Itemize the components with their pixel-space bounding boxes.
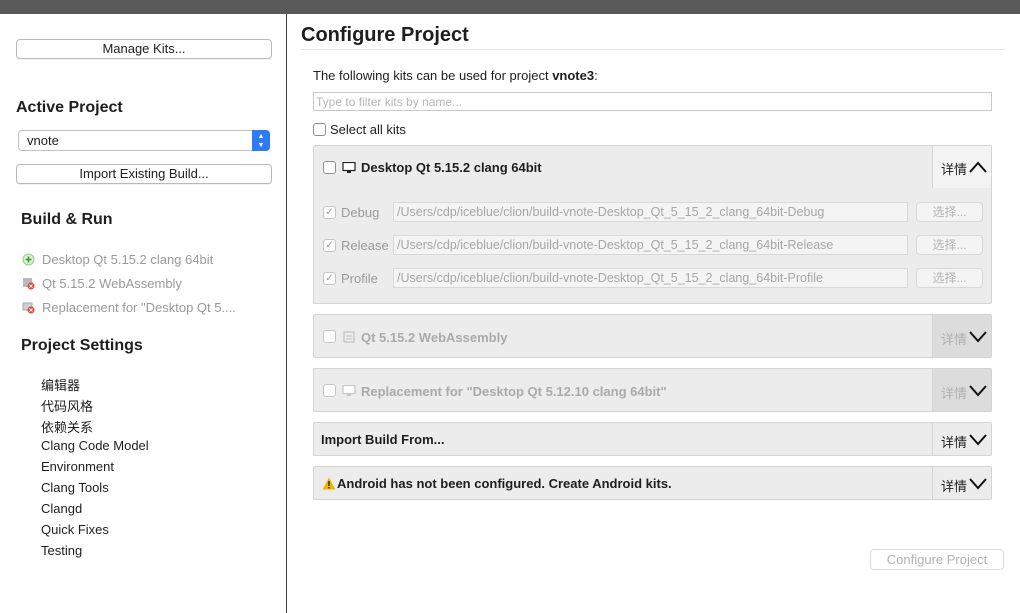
title-divider	[301, 49, 1005, 50]
settings-item-clang-code-model[interactable]: Clang Code Model	[41, 438, 149, 453]
kit-checkbox[interactable]	[323, 161, 336, 174]
kit-name: Desktop Qt 5.15.2 clang 64bit	[361, 160, 542, 175]
chevron-down-icon	[969, 434, 987, 446]
details-label: 详情	[941, 435, 968, 450]
settings-item-environment[interactable]: Environment	[41, 459, 114, 474]
desktop-icon	[342, 385, 356, 396]
choose-path-button[interactable]: 选择...	[916, 268, 983, 288]
settings-item-editor[interactable]: 编辑器	[41, 375, 80, 394]
build-config-label: Debug	[341, 205, 380, 220]
project-select-value: vnote	[27, 133, 59, 148]
kit-panel-webassembly: Qt 5.15.2 WebAssembly 详情	[313, 314, 992, 358]
kit-error-icon	[22, 302, 35, 314]
build-run-item-webassembly[interactable]: Qt 5.15.2 WebAssembly	[23, 276, 182, 291]
build-config-label: Profile	[341, 271, 378, 286]
select-all-kits[interactable]: Select all kits	[313, 121, 406, 137]
build-config-checkbox[interactable]: ✓	[323, 239, 336, 252]
kit-name: Qt 5.15.2 WebAssembly	[361, 330, 508, 345]
settings-item-clang-tools[interactable]: Clang Tools	[41, 480, 109, 495]
intro-project-name: vnote3	[552, 68, 595, 83]
build-config-debug: ✓ Debug /Users/cdp/iceblue/clion/build-v…	[323, 202, 983, 222]
project-settings-heading: Project Settings	[21, 337, 143, 354]
build-run-item-desktop[interactable]: Desktop Qt 5.15.2 clang 64bit	[22, 252, 214, 267]
configure-project-panel: Configure Project The following kits can…	[287, 14, 1020, 613]
intro-suffix: :	[594, 68, 598, 83]
kit-panel-desktop: Desktop Qt 5.15.2 clang 64bit 详情 ✓ Debug…	[313, 145, 992, 304]
kit-name: Replacement for "Desktop Qt 5.12.10 clan…	[361, 384, 667, 399]
settings-item-quick-fixes[interactable]: Quick Fixes	[41, 522, 109, 537]
kit-filter-input[interactable]: Type to filter kits by name...	[313, 92, 992, 111]
window-top-bar	[0, 0, 1020, 14]
details-label: 详情	[941, 479, 968, 494]
build-path-field[interactable]: /Users/cdp/iceblue/clion/build-vnote-Des…	[393, 235, 908, 255]
configure-project-button[interactable]: Configure Project	[870, 549, 1004, 570]
kit-details-toggle[interactable]: 详情	[932, 146, 991, 188]
kit-details-toggle[interactable]: 详情	[932, 315, 991, 357]
chevron-down-icon	[969, 478, 987, 490]
build-config-release: ✓ Release /Users/cdp/iceblue/clion/build…	[323, 235, 983, 255]
build-run-heading: Build & Run	[21, 211, 113, 228]
import-build-from-label: Import Build From...	[321, 432, 445, 447]
build-run-item-label: Replacement for "Desktop Qt 5....	[42, 300, 236, 315]
import-build-details-toggle[interactable]: 详情	[932, 423, 991, 455]
kit-details-toggle[interactable]: 详情	[932, 369, 991, 411]
kit-checkbox[interactable]	[323, 330, 336, 343]
webassembly-icon	[343, 331, 355, 343]
android-details-toggle[interactable]: 详情	[932, 467, 991, 499]
manage-kits-button[interactable]: Manage Kits...	[16, 39, 272, 59]
settings-item-code-style[interactable]: 代码风格	[41, 396, 93, 415]
android-warning-text: Android has not been configured. Create …	[337, 476, 672, 491]
desktop-icon	[342, 162, 356, 173]
kit-error-icon	[23, 278, 35, 290]
chevron-down-icon	[969, 385, 987, 397]
chevron-down-icon	[969, 331, 987, 343]
kit-checkbox[interactable]	[323, 384, 336, 397]
build-path-field[interactable]: /Users/cdp/iceblue/clion/build-vnote-Des…	[393, 268, 908, 288]
choose-path-button[interactable]: 选择...	[916, 202, 983, 222]
warning-icon	[322, 477, 336, 490]
kit-panel-replacement: Replacement for "Desktop Qt 5.12.10 clan…	[313, 368, 992, 412]
import-build-panel: Import Build From... 详情	[313, 422, 992, 456]
sidebar: Manage Kits... Active Project vnote ▲ ▼ I…	[0, 14, 287, 613]
details-label: 详情	[941, 332, 968, 347]
build-path-field[interactable]: /Users/cdp/iceblue/clion/build-vnote-Des…	[393, 202, 908, 222]
build-config-label: Release	[341, 238, 389, 253]
page-title: Configure Project	[301, 24, 469, 46]
chevron-up-icon	[969, 161, 987, 173]
intro-prefix: The following kits can be used for proje…	[313, 68, 553, 83]
kit-add-icon	[22, 253, 35, 266]
build-run-item-label: Desktop Qt 5.15.2 clang 64bit	[42, 252, 214, 267]
details-label: 详情	[941, 162, 968, 177]
kits-intro-text: The following kits can be used for proje…	[313, 68, 598, 83]
select-all-label: Select all kits	[330, 122, 406, 138]
project-select[interactable]: vnote ▲ ▼	[18, 130, 270, 151]
settings-item-clangd[interactable]: Clangd	[41, 501, 82, 516]
settings-item-dependencies[interactable]: 依赖关系	[41, 417, 93, 436]
settings-item-testing[interactable]: Testing	[41, 543, 82, 558]
android-warning-panel: Android has not been configured. Create …	[313, 466, 992, 500]
build-run-item-label: Qt 5.15.2 WebAssembly	[42, 276, 182, 291]
active-project-heading: Active Project	[16, 99, 123, 116]
build-run-item-replacement[interactable]: Replacement for "Desktop Qt 5....	[22, 300, 236, 315]
choose-path-button[interactable]: 选择...	[916, 235, 983, 255]
build-config-checkbox[interactable]: ✓	[323, 206, 336, 219]
build-config-checkbox[interactable]: ✓	[323, 272, 336, 285]
chevron-updown-icon: ▲ ▼	[252, 130, 270, 151]
details-label: 详情	[941, 386, 968, 401]
import-existing-build-button[interactable]: Import Existing Build...	[16, 164, 272, 184]
build-config-profile: ✓ Profile /Users/cdp/iceblue/clion/build…	[323, 268, 983, 288]
select-all-checkbox[interactable]	[313, 123, 326, 137]
